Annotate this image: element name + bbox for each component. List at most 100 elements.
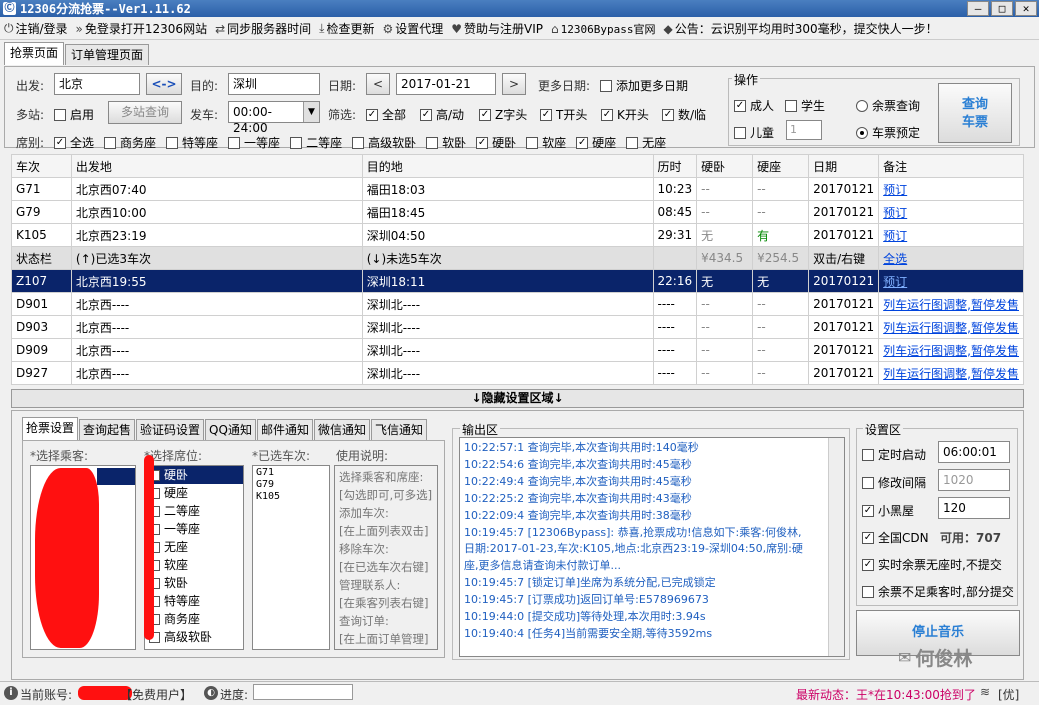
- settings-tab[interactable]: 邮件通知: [256, 419, 313, 440]
- seat-type-checkbox[interactable]: 软座: [526, 134, 566, 151]
- table-row[interactable]: Z107 北京西19:55 深圳18:11 22:16 无无 20170121 预订: [11, 269, 1024, 293]
- status-row[interactable]: 状态栏 (↑)已选3车次 (↓)未选5车次 ¥434.5 ¥254.5 双击/右键 全选: [11, 246, 1024, 270]
- seat-type-checkbox[interactable]: ✓ 全选: [54, 134, 94, 151]
- settings-tab[interactable]: 查询起售: [79, 419, 136, 440]
- seat-select-list[interactable]: 硬卧 硬座 二等座 一等座 无座 软座 软卧 特等座 商务座 高级软卧: [144, 465, 244, 650]
- cell-note[interactable]: 列车运行图调整,暂停发售: [878, 292, 1024, 316]
- seat-type-checkbox[interactable]: ✓ 硬卧: [476, 134, 516, 151]
- multi-station-query-button[interactable]: 多站查询: [108, 101, 182, 124]
- selected-trains-list[interactable]: G71 G79 K105: [252, 465, 330, 650]
- col-train[interactable]: 车次: [11, 154, 72, 178]
- cell-note[interactable]: 预订: [878, 177, 1024, 201]
- seat-option[interactable]: 无座: [145, 538, 243, 556]
- black-room-checkbox[interactable]: ✓ 小黑屋: [862, 502, 914, 519]
- seat-option[interactable]: 软卧: [145, 574, 243, 592]
- settings-tab[interactable]: 飞信通知: [370, 419, 427, 440]
- table-row[interactable]: D927 北京西---- 深圳北---- ---- -- -- 20170121 列车运行图调…: [11, 361, 1024, 385]
- interval-input[interactable]: 1020: [938, 469, 1010, 491]
- cell-note[interactable]: 列车运行图调整,暂停发售: [878, 361, 1024, 385]
- col-hard-sleeper[interactable]: 硬卧: [696, 154, 754, 178]
- cell-note[interactable]: 预订: [878, 269, 1024, 293]
- settings-tab[interactable]: 微信通知: [313, 419, 370, 440]
- tab-grab-tickets[interactable]: 抢票页面: [4, 42, 65, 65]
- cell-note[interactable]: 预订: [878, 223, 1024, 247]
- to-input[interactable]: 深圳: [228, 73, 320, 95]
- seat-type-checkbox[interactable]: 软卧: [426, 134, 466, 151]
- col-hard-seat[interactable]: 硬座: [752, 154, 810, 178]
- book-ticket-radio[interactable]: 车票预定: [856, 124, 920, 141]
- no-seat-skip-checkbox[interactable]: ✓ 实时余票无座时,不提交: [862, 556, 1002, 573]
- enable-multi-checkbox[interactable]: 启用: [54, 106, 94, 123]
- col-from[interactable]: 出发地: [70, 154, 363, 178]
- settings-tab[interactable]: 抢票设置: [22, 417, 79, 440]
- hide-settings-toggle[interactable]: ↓隐藏设置区域↓: [11, 389, 1024, 408]
- timer-start-checkbox[interactable]: 定时启动: [862, 446, 926, 463]
- notice-menu[interactable]: ◆ 公告：云识别平均用时300毫秒，提交快人一步！: [660, 19, 942, 39]
- seat-option[interactable]: 硬座: [145, 484, 243, 502]
- output-scrollbar[interactable]: [828, 438, 844, 656]
- child-count-stepper[interactable]: 1: [786, 120, 822, 140]
- child-checkbox[interactable]: 儿童: [734, 124, 774, 141]
- cell-note[interactable]: 预订: [878, 200, 1024, 224]
- logout-login-menu[interactable]: ⏻ 注销/登录: [0, 19, 72, 39]
- black-room-input[interactable]: 120: [938, 497, 1010, 519]
- table-row[interactable]: D903 北京西---- 深圳北---- ---- -- -- 20170121 列车运行图调…: [11, 315, 1024, 339]
- seat-type-checkbox[interactable]: 一等座: [228, 134, 280, 151]
- seat-option[interactable]: 商务座: [145, 610, 243, 628]
- proxy-settings-menu[interactable]: ⚙ 设置代理: [378, 19, 447, 39]
- cell-note[interactable]: 列车运行图调整,暂停发售: [878, 315, 1024, 339]
- depart-time-select[interactable]: 00:00-24:00 ▼: [228, 101, 320, 135]
- cell-note[interactable]: 全选: [878, 246, 1024, 270]
- seat-option[interactable]: 一等座: [145, 520, 243, 538]
- seat-option[interactable]: 硬卧: [145, 466, 243, 484]
- next-date-button[interactable]: >: [502, 73, 526, 95]
- minimize-button[interactable]: —: [967, 1, 989, 16]
- date-input[interactable]: 2017-01-21: [396, 73, 496, 95]
- table-row[interactable]: D901 北京西---- 深圳北---- ---- -- -- 20170121 列车运行图调…: [11, 292, 1024, 316]
- table-row[interactable]: K105 北京西23:19 深圳04:50 29:31 无有 20170121 预订: [11, 223, 1024, 247]
- student-checkbox[interactable]: 学生: [785, 97, 825, 114]
- selected-train-item[interactable]: G71: [256, 467, 326, 479]
- open-12306-menu[interactable]: » 免登录打开12306网站: [72, 19, 212, 39]
- seat-type-checkbox[interactable]: 高级软卧: [352, 134, 416, 151]
- filter-z-checkbox[interactable]: ✓ Z字头: [479, 106, 527, 123]
- national-cdn-checkbox[interactable]: ✓ 全国CDN: [862, 529, 929, 546]
- timer-time-input[interactable]: 06:00:01: [938, 441, 1010, 463]
- seat-type-checkbox[interactable]: 无座: [626, 134, 666, 151]
- prev-date-button[interactable]: <: [366, 73, 390, 95]
- maximize-button[interactable]: □: [991, 1, 1013, 16]
- seat-option[interactable]: 特等座: [145, 592, 243, 610]
- table-row[interactable]: D909 北京西---- 深圳北---- ---- -- -- 20170121 列车运行图调…: [11, 338, 1024, 362]
- filter-all-checkbox[interactable]: ✓ 全部: [366, 106, 406, 123]
- selected-train-item[interactable]: K105: [256, 491, 326, 503]
- settings-tab[interactable]: QQ通知: [205, 419, 256, 440]
- add-more-dates-checkbox[interactable]: 添加更多日期: [600, 77, 688, 94]
- seat-option[interactable]: 二等座: [145, 502, 243, 520]
- col-note[interactable]: 备注: [878, 154, 1024, 178]
- cell-note[interactable]: 列车运行图调整,暂停发售: [878, 338, 1024, 362]
- from-input[interactable]: 北京: [54, 73, 140, 95]
- seat-type-checkbox[interactable]: 特等座: [166, 134, 218, 151]
- filter-t-checkbox[interactable]: ✓ T开头: [540, 106, 587, 123]
- table-row[interactable]: G79 北京西10:00 福田18:45 08:45 -- -- 20170121 预订: [11, 200, 1024, 224]
- latest-news[interactable]: 最新动态：王*在10:43:00抢到了: [796, 686, 976, 703]
- adult-checkbox[interactable]: ✓ 成人: [734, 97, 774, 114]
- query-remain-radio[interactable]: 余票查询: [856, 97, 920, 114]
- output-log[interactable]: 10:22:57:1 查询完毕,本次查询共用时:140毫秒 10:22:54:6 …: [459, 437, 845, 657]
- swap-button[interactable]: <->: [146, 73, 182, 95]
- close-button[interactable]: ✕: [1015, 1, 1037, 16]
- check-update-menu[interactable]: ⤓ 检查更新: [315, 19, 378, 39]
- col-duration[interactable]: 历时: [652, 154, 698, 178]
- col-to[interactable]: 目的地: [361, 154, 654, 178]
- query-tickets-button[interactable]: 查询 车票: [938, 83, 1012, 143]
- col-date[interactable]: 日期: [808, 154, 880, 178]
- selected-train-item[interactable]: G79: [256, 479, 326, 491]
- official-site-menu[interactable]: ⌂ 12306Bypass官网: [547, 19, 659, 39]
- filter-num-checkbox[interactable]: ✓ 数/临: [662, 106, 706, 123]
- filter-gd-checkbox[interactable]: ✓ 高/动: [420, 106, 464, 123]
- modify-interval-checkbox[interactable]: 修改间隔: [862, 474, 926, 491]
- seat-type-checkbox[interactable]: 商务座: [104, 134, 156, 151]
- passenger-list[interactable]: [30, 465, 136, 650]
- filter-k-checkbox[interactable]: ✓ K开头: [601, 106, 649, 123]
- seat-option[interactable]: 软座: [145, 556, 243, 574]
